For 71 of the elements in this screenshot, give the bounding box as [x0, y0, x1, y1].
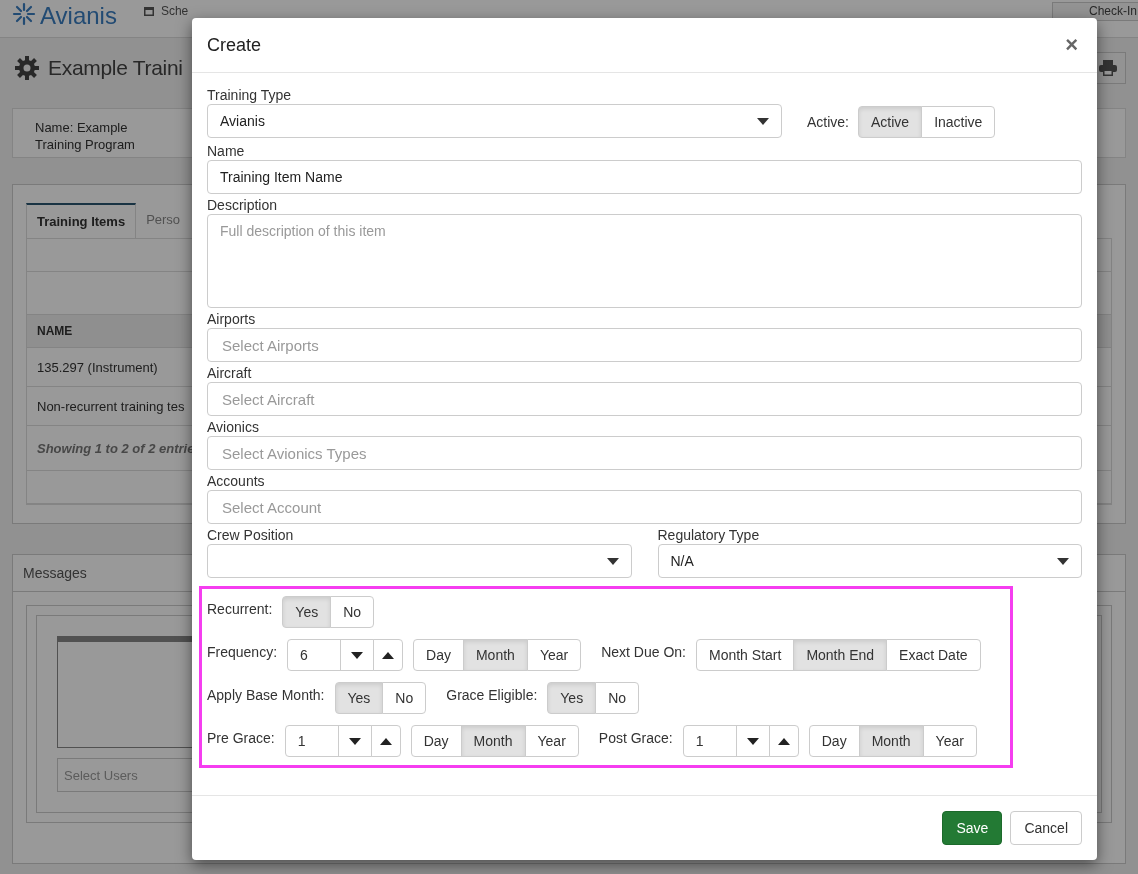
field-label: Name	[207, 142, 246, 160]
cancel-button[interactable]: Cancel	[1010, 811, 1082, 845]
toggle-option[interactable]: No	[382, 682, 427, 714]
caret-up-icon	[382, 651, 395, 659]
caret-down-icon	[746, 737, 759, 745]
caret-down-icon	[351, 651, 364, 659]
toggle-option[interactable]: Day	[808, 725, 860, 757]
page-title: Example Traini	[48, 56, 183, 80]
caret-down-icon	[757, 117, 769, 125]
field-label: Description	[207, 196, 279, 214]
field-label: Apply Base Month:	[207, 686, 325, 704]
toggle-option[interactable]: Inactive	[921, 106, 996, 138]
caret-down-icon	[1057, 557, 1069, 565]
toggle-option[interactable]: Month	[460, 725, 526, 757]
column-header: NAME	[37, 324, 73, 338]
decrement-button[interactable]	[735, 725, 770, 757]
training-type-select[interactable]: Avianis	[207, 104, 782, 138]
field-label: Pre Grace:	[207, 729, 275, 747]
gear-icon	[14, 55, 40, 81]
toggle-option[interactable]: Yes	[334, 682, 384, 714]
toggle-option[interactable]: Month End	[793, 639, 888, 671]
toggle-option[interactable]: Year	[922, 725, 977, 757]
caret-down-icon	[606, 557, 619, 565]
field-label: Frequency:	[207, 643, 278, 661]
field-label: Accounts	[207, 472, 266, 490]
toggle-option[interactable]: Year	[524, 725, 579, 757]
decrement-button[interactable]	[337, 725, 372, 757]
field-label: Training Type	[207, 86, 293, 104]
toggle-option[interactable]: Year	[526, 639, 582, 671]
tab[interactable]: Training Items	[26, 203, 137, 238]
table-cell: 135.297 (Instrument)	[37, 359, 158, 375]
name-field[interactable]: Training Item Name	[207, 160, 1082, 194]
toggle-option[interactable]: Month Start	[696, 639, 795, 671]
program-name: Name: Example Training Program	[35, 119, 136, 153]
field-label: Airports	[207, 310, 257, 328]
field-label: Active:	[807, 114, 849, 130]
toggle-option[interactable]: No	[595, 682, 640, 714]
increment-button[interactable]	[373, 639, 404, 671]
caret-up-icon	[777, 737, 790, 745]
increment-button[interactable]	[768, 725, 799, 757]
dropdown[interactable]: N/A	[657, 544, 1082, 578]
caret-up-icon	[379, 737, 392, 745]
field-label: Crew Position	[207, 526, 295, 544]
table-cell: Non-recurrent training tes	[37, 398, 185, 414]
toggle-option[interactable]: Yes	[282, 596, 332, 628]
toggle-option[interactable]: No	[330, 596, 375, 628]
toggle-option[interactable]: Active	[858, 106, 923, 138]
printer-icon	[1099, 60, 1117, 76]
decrement-button[interactable]	[340, 639, 375, 671]
toggle-option[interactable]: Month	[462, 639, 528, 671]
field-label: Grace Eligible:	[446, 686, 538, 704]
field-label: Next Due On:	[601, 643, 686, 661]
nav-link[interactable]: Sche	[142, 2, 189, 18]
field-label: Aircraft	[207, 364, 253, 382]
field-label: Avionics	[207, 418, 260, 436]
toggle-option[interactable]: Month	[858, 725, 924, 757]
save-button[interactable]: Save	[942, 811, 1003, 845]
calendar-icon	[142, 5, 155, 17]
caret-down-icon	[348, 737, 361, 745]
toggle-option[interactable]: Yes	[547, 682, 597, 714]
field-label: Recurrent:	[207, 600, 273, 618]
sunburst-logo-icon	[12, 2, 36, 26]
panel-title: Messages	[23, 565, 87, 581]
toggle-option[interactable]: Exact Date	[886, 639, 981, 671]
field-label: Post Grace:	[598, 729, 673, 747]
close-button[interactable]: ×	[1061, 32, 1082, 58]
increment-button[interactable]	[370, 725, 401, 757]
toggle-option[interactable]: Day	[413, 639, 464, 671]
field-label: Regulatory Type	[657, 526, 761, 544]
dialog-title: Create	[207, 34, 262, 56]
toggle-option[interactable]: Day	[410, 725, 462, 757]
